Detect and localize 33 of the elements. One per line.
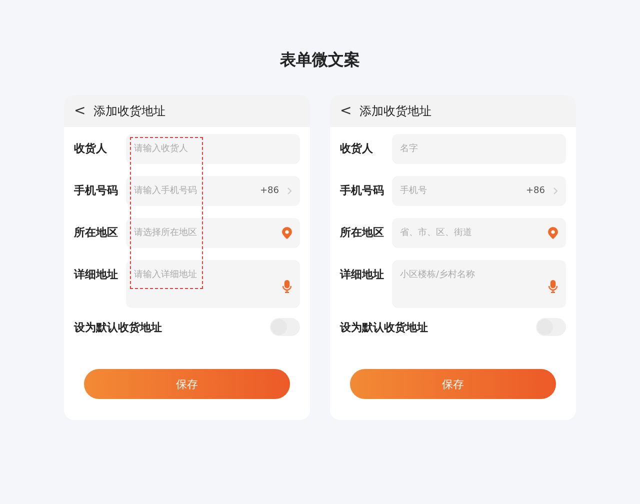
input-field[interactable]: 请输入手机号码 +86 — [126, 176, 300, 206]
chevron-icon[interactable] — [287, 187, 292, 195]
location-pin-icon[interactable] — [282, 227, 292, 239]
field-label: 手机号码 — [340, 183, 385, 199]
input-field[interactable]: 省、市、区、街道 — [392, 218, 566, 248]
input-field[interactable]: 手机号 +86 — [392, 176, 566, 206]
toggle-label: 设为默认收货地址 — [340, 320, 428, 334]
toggle-label: 设为默认收货地址 — [74, 320, 162, 334]
chevron-icon[interactable] — [553, 187, 558, 195]
page-title: 添加收货地址 — [94, 102, 166, 120]
page-heading: 表单微文案 — [280, 49, 360, 71]
back-button[interactable]: < — [74, 104, 86, 118]
field-label: 手机号码 — [74, 183, 119, 199]
field-label: 收货人 — [340, 141, 374, 157]
country-code[interactable]: +86 — [526, 186, 545, 196]
input-field[interactable]: 请选择所在地区 — [126, 218, 300, 248]
input-field[interactable]: 名字 — [392, 134, 566, 164]
field-label: 所在地区 — [340, 225, 385, 241]
microphone-icon[interactable] — [282, 280, 292, 293]
page-title: 添加收货地址 — [360, 102, 432, 120]
save-button[interactable]: 保存 — [350, 369, 556, 399]
input-field[interactable]: 小区楼栋/乡村名称 — [392, 260, 566, 308]
input-field[interactable]: 请输入详细地址 — [126, 260, 300, 308]
input-field[interactable]: 请输入收货人 — [126, 134, 300, 164]
location-pin-icon[interactable] — [548, 227, 558, 239]
country-code[interactable]: +86 — [260, 186, 279, 196]
field-label: 详细地址 — [340, 267, 385, 283]
field-label: 详细地址 — [74, 267, 119, 283]
save-button[interactable]: 保存 — [84, 369, 290, 399]
field-label: 收货人 — [74, 141, 108, 157]
microphone-icon[interactable] — [548, 280, 558, 293]
back-button[interactable]: < — [340, 104, 352, 118]
field-label: 所在地区 — [74, 225, 119, 241]
